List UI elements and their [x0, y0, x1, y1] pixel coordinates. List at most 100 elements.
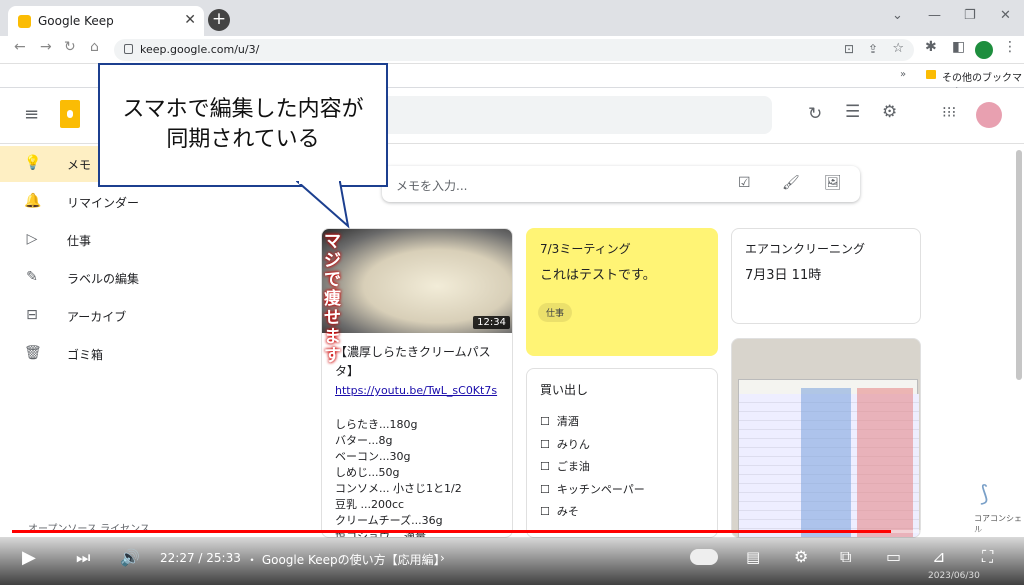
browser-tab[interactable]: Google Keep ✕ [8, 6, 204, 36]
archive-icon: ⊟ [26, 307, 38, 323]
lightbulb-icon: 💡 [24, 155, 42, 171]
pencil-icon: ✎ [26, 269, 38, 285]
checklist-item[interactable]: ☐ みそ [540, 501, 645, 524]
theater-mode-icon[interactable]: ▭ [886, 547, 901, 566]
checklist-item-text: みそ [556, 505, 579, 518]
bookmark-star-icon[interactable]: ☆ [892, 41, 904, 56]
apps-grid-icon[interactable]: ⁝⁝⁝ [942, 103, 956, 121]
unchecked-box-icon[interactable]: ☐ [540, 483, 550, 496]
sidebar-item-work[interactable]: ▷ 仕事 [0, 222, 300, 258]
channel-watermark-icon: ⟆ [980, 482, 989, 507]
menu-dots-icon[interactable]: ⋮ [1003, 39, 1017, 55]
checklist-item-text: 清酒 [556, 415, 579, 428]
recipe-line: コンソメ... 小さじ1と1/2 [335, 482, 462, 495]
settings-gear-icon[interactable]: ⚙ [882, 102, 897, 122]
recipe-line: しめじ...50g [335, 466, 400, 479]
unchecked-box-icon[interactable]: ☐ [540, 460, 550, 473]
list-view-icon[interactable]: ☰ [845, 102, 860, 122]
sidebar-item-label: リマインダー [67, 196, 140, 210]
minimize-icon[interactable]: — [928, 8, 941, 23]
install-app-icon[interactable]: ⊡ [844, 42, 854, 56]
note-aircon[interactable]: エアコンクリーニング 7月3日 11時 [731, 228, 921, 324]
share-icon[interactable]: ⇪ [868, 42, 878, 56]
miniplayer-icon[interactable]: ⧉ [840, 547, 851, 567]
extensions-icon[interactable]: ✱ [925, 39, 937, 55]
callout-pointer [296, 180, 350, 229]
sidebar-item-archive[interactable]: ⊟ アーカイブ [0, 298, 300, 334]
reload-icon[interactable]: ↻ [64, 39, 76, 55]
sidebar-item-label: ラベルの編集 [67, 272, 140, 286]
take-note-input[interactable]: メモを入力... ☑ 🖌 🖼 [382, 166, 860, 202]
back-icon[interactable]: ← [14, 39, 26, 55]
sidebar-item-trash[interactable]: 🗑 ゴミ箱 [0, 336, 300, 372]
image-icon[interactable]: 🖼 [824, 175, 842, 191]
note-title: 7/3ミーティング [540, 242, 631, 256]
note-body: 7月3日 11時 [745, 268, 822, 283]
new-tab-button[interactable]: + [208, 9, 230, 31]
checklist-item-text: ごま油 [556, 460, 590, 473]
date-readout: 2023/06/30 [928, 571, 980, 581]
video-duration: 12:34 [473, 316, 510, 329]
refresh-icon[interactable]: ↻ [808, 104, 822, 124]
note-recipe[interactable]: マジで痩せます 12:34 【濃厚しらたきクリームパスタ】 https://yo… [321, 228, 513, 538]
bell-icon: 🔔 [24, 193, 42, 209]
note-shopping[interactable]: 買い出し ☐ 清酒 ☐ みりん ☐ ごま油 ☐ キッチンペーパー ☐ みそ [526, 368, 718, 538]
take-note-placeholder: メモを入力... [396, 179, 468, 193]
next-video-icon[interactable]: ⏭ [76, 548, 90, 568]
account-avatar[interactable] [976, 102, 1002, 128]
forward-icon[interactable]: → [40, 39, 52, 55]
sidebar-item-reminders[interactable]: 🔔 リマインダー [0, 184, 300, 220]
restore-icon[interactable]: ❐ [964, 8, 976, 23]
checklist-item[interactable]: ☐ 清酒 [540, 411, 645, 434]
video-controls: ▶ ⏭ 🔊 22:27 / 25:33 ・ Google Keepの使い方【応用… [0, 537, 1024, 585]
more-bookmarks-icon[interactable]: » [900, 69, 906, 80]
checklist-item[interactable]: ☐ ごま油 [540, 456, 645, 479]
scrollbar[interactable] [1016, 150, 1022, 380]
fullscreen-icon[interactable]: ⛶ [982, 547, 993, 567]
label-chip[interactable]: 仕事 [538, 301, 573, 322]
note-link[interactable]: https://youtu.be/TwL_sC0Kt7s [335, 384, 497, 397]
address-url: keep.google.com/u/3/ [140, 43, 260, 56]
chapter-title[interactable]: ・ Google Keepの使い方【応用編】 [246, 551, 446, 568]
checklist: ☐ 清酒 ☐ みりん ☐ ごま油 ☐ キッチンペーパー ☐ みそ [540, 411, 645, 524]
play-icon[interactable]: ▶ [22, 547, 36, 568]
main-menu-icon[interactable]: ≡ [24, 104, 39, 125]
checklist-item[interactable]: ☐ みりん [540, 434, 645, 457]
note-meeting[interactable]: 7/3ミーティング これはテストです。 仕事 [526, 228, 718, 356]
tab-title: Google Keep [38, 14, 114, 28]
label-icon: ▷ [26, 231, 38, 247]
brush-icon[interactable]: 🖌 [782, 175, 800, 191]
address-bar[interactable]: keep.google.com/u/3/ ⊡ ⇪ ☆ [114, 39, 914, 61]
tab-search-icon[interactable]: ⌄ [892, 8, 903, 23]
side-panel-icon[interactable]: ◧ [952, 39, 965, 55]
video-progress-bar[interactable] [12, 530, 1012, 533]
callout-line-1: スマホで編集した内容が [122, 97, 364, 122]
note-title: エアコンクリーニング [745, 242, 866, 256]
recipe-line: クリームチーズ...36g [335, 514, 443, 527]
video-progress-fill [12, 530, 891, 533]
checkbox-list-icon[interactable]: ☑ [738, 175, 751, 191]
search-bar[interactable] [380, 96, 772, 134]
settings-gear-icon[interactable]: ⚙ [794, 547, 808, 566]
video-time: 22:27 / 25:33 [160, 551, 241, 565]
checklist-item[interactable]: ☐ キッチンペーパー [540, 479, 645, 502]
volume-icon[interactable]: 🔊 [120, 548, 140, 567]
chapter-chevron-icon[interactable]: › [440, 551, 445, 565]
trash-icon: 🗑 [24, 345, 42, 361]
home-icon[interactable]: ⌂ [90, 39, 99, 55]
cast-icon[interactable]: ⊿ [932, 547, 945, 566]
video-thumbnail: マジで痩せます 12:34 [322, 229, 512, 366]
sidebar-item-label: ゴミ箱 [67, 348, 104, 362]
autoplay-toggle[interactable] [690, 549, 718, 565]
unchecked-box-icon[interactable]: ☐ [540, 415, 550, 428]
note-body: これはテストです。 [540, 268, 656, 283]
unchecked-box-icon[interactable]: ☐ [540, 438, 550, 451]
sidebar-item-edit-labels[interactable]: ✎ ラベルの編集 [0, 260, 300, 296]
unchecked-box-icon[interactable]: ☐ [540, 505, 550, 518]
close-tab-icon[interactable]: ✕ [184, 12, 196, 28]
close-window-icon[interactable]: ✕ [1000, 8, 1011, 23]
subtitles-icon[interactable]: ▤ [746, 548, 760, 566]
recipe-line: しらたき...180g [335, 418, 418, 431]
profile-avatar[interactable] [975, 41, 993, 59]
note-photo[interactable] [731, 338, 921, 538]
